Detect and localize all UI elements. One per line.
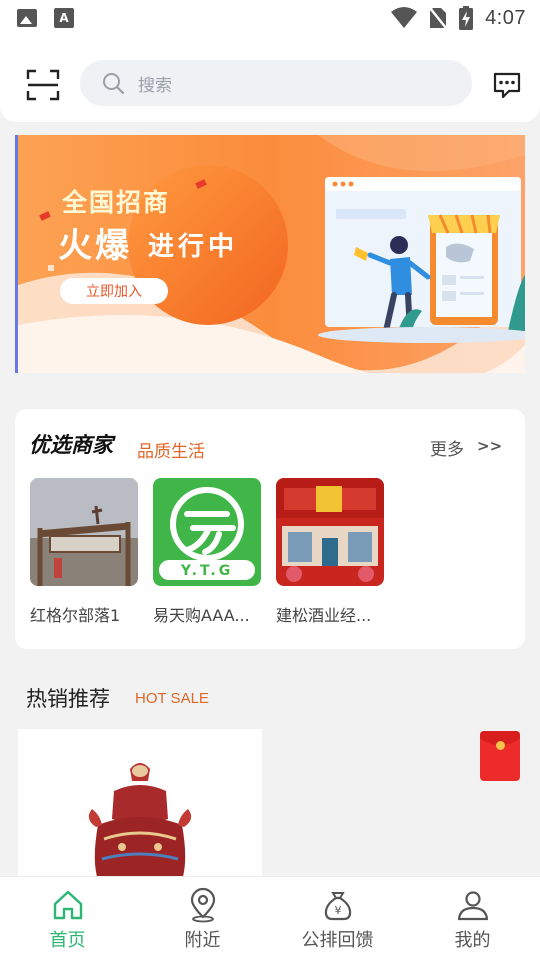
clock: 4:07 — [485, 6, 526, 29]
nav-nearby-label: 附近 — [184, 930, 221, 951]
status-bar: A 4:07 — [0, 0, 540, 38]
merchant-thumbnail: Y.T.G — [153, 478, 261, 586]
hot-sale-subtitle: HOT SALE — [135, 690, 209, 707]
svg-text:¥: ¥ — [334, 904, 341, 917]
banner-headline-2-big: 火爆 — [58, 226, 132, 266]
nav-profile-label: 我的 — [454, 930, 491, 951]
product-card[interactable] — [18, 729, 262, 889]
search-icon — [103, 73, 124, 94]
user-icon — [457, 891, 488, 921]
featured-merchants-card: 优选商家 品质生活 更多 >> 红格尔部落1 Y.T.G 易天购AAA... 建… — [15, 409, 525, 649]
home-icon — [53, 890, 82, 920]
merchant-thumbnail — [276, 478, 384, 586]
merchant-name: 建松酒业经... — [276, 606, 372, 625]
merchant-item[interactable]: 建松酒业经... — [276, 478, 384, 626]
top-header: 搜索 — [0, 38, 540, 122]
merchant-thumbnail — [30, 478, 138, 586]
banner-headline-2-rest: 进行中 — [148, 231, 238, 262]
promo-banner[interactable]: 全国招商 火爆 进行中 立即加入 — [15, 135, 525, 373]
no-sim-icon — [429, 7, 448, 29]
search-bar[interactable]: 搜索 — [80, 60, 472, 106]
svg-text:Y.T.G: Y.T.G — [180, 563, 233, 579]
scan-icon[interactable] — [26, 68, 60, 102]
image-icon — [16, 8, 38, 28]
search-placeholder: 搜索 — [138, 75, 172, 96]
merchant-name: 红格尔部落1 — [30, 606, 121, 625]
nav-rewards[interactable]: ¥ 公排回馈 — [270, 877, 405, 960]
featured-more-link[interactable]: 更多 — [430, 435, 464, 460]
product-image — [18, 729, 262, 889]
nav-home-label: 首页 — [49, 930, 86, 951]
featured-title: 优选商家 — [29, 433, 113, 457]
merchant-name: 易天购AAA... — [153, 606, 250, 625]
battery-charging-icon — [459, 6, 474, 30]
nav-profile[interactable]: 我的 — [405, 877, 540, 960]
merchant-item[interactable]: Y.T.G 易天购AAA... — [153, 478, 261, 626]
red-packet-button[interactable] — [480, 731, 520, 781]
featured-subtitle: 品质生活 — [137, 442, 205, 462]
nav-nearby[interactable]: 附近 — [135, 877, 270, 960]
wifi-icon — [391, 7, 418, 28]
hot-sale-title: 热销推荐 — [26, 687, 110, 711]
banner-headline-1: 全国招商 — [61, 188, 170, 217]
banner-cta-button[interactable]: 立即加入 — [86, 284, 142, 300]
text-a-icon: A — [54, 8, 74, 28]
nav-home[interactable]: 首页 — [0, 877, 135, 960]
message-icon[interactable] — [492, 70, 522, 100]
more-arrow-icon[interactable]: >> — [477, 437, 502, 455]
nav-rewards-label: 公排回馈 — [301, 930, 374, 951]
bottom-navigation: 首页 附近 ¥ 公排回馈 我的 — [0, 876, 540, 960]
money-bag-icon: ¥ — [324, 892, 351, 921]
merchant-item[interactable]: 红格尔部落1 — [30, 478, 138, 626]
location-pin-icon — [190, 887, 215, 923]
